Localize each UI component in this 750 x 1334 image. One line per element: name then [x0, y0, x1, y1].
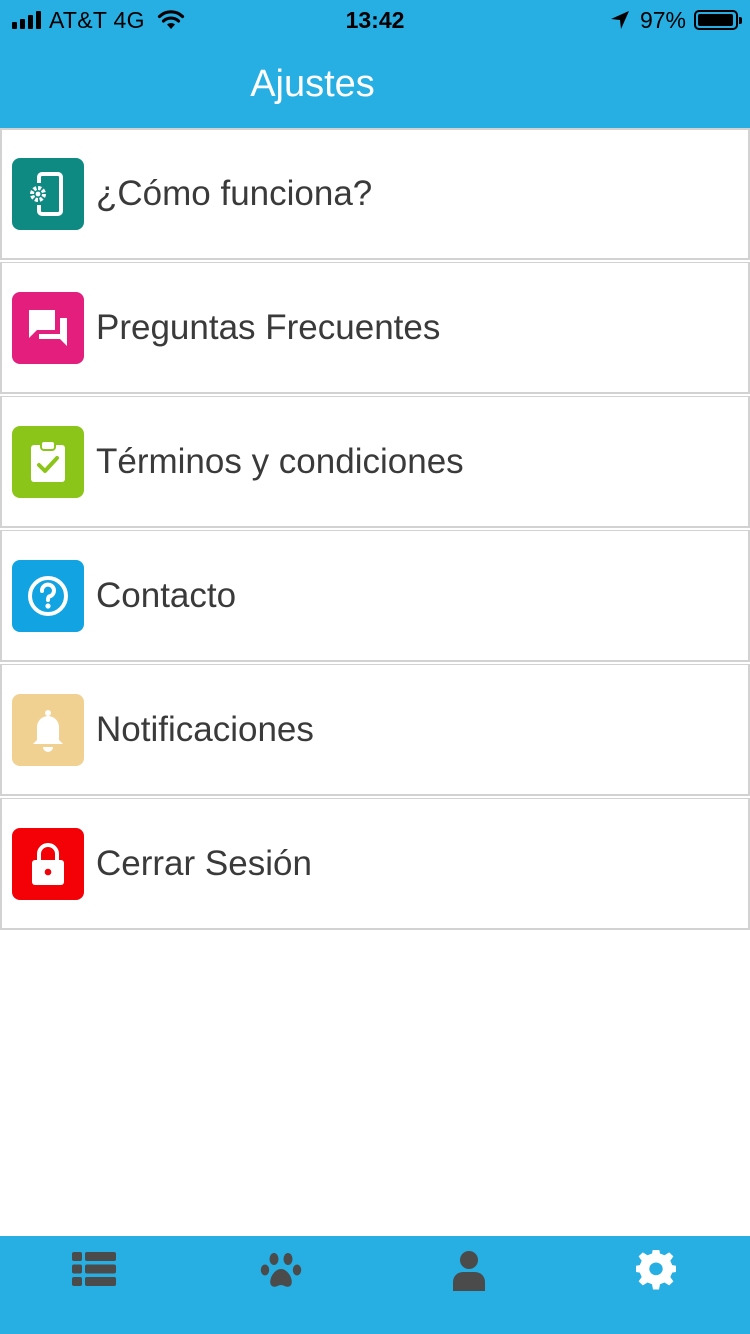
gear-icon: [636, 1250, 677, 1290]
battery-icon: [694, 10, 742, 30]
menu-item-label: Notificaciones: [96, 709, 314, 749]
paw-icon: [261, 1253, 302, 1287]
tab-settings[interactable]: [563, 1236, 750, 1334]
location-arrow-icon: [610, 11, 629, 29]
tab-list[interactable]: [0, 1236, 188, 1334]
menu-item-label: Contacto: [96, 575, 237, 615]
menu-item-label: ¿Cómo funciona?: [96, 174, 373, 213]
clipboard-check-icon: [12, 425, 84, 498]
menu-item-label: Términos y condiciones: [96, 441, 464, 481]
menu-item-contacto[interactable]: Contacto: [0, 530, 750, 662]
settings-list: ¿Cómo funciona? Preguntas Frecuentes Tér…: [0, 128, 750, 932]
tab-bar: [0, 1236, 750, 1334]
tab-pets[interactable]: [188, 1236, 376, 1334]
lock-icon: [12, 827, 84, 900]
bell-icon: [12, 693, 84, 766]
page-title: Ajustes: [250, 63, 375, 105]
user-icon: [452, 1251, 485, 1291]
menu-item-preguntas-frecuentes[interactable]: Preguntas Frecuentes: [0, 262, 750, 394]
chat-bubbles-icon: [12, 291, 84, 364]
phone-settings-icon: [12, 158, 84, 230]
list-icon: [71, 1252, 116, 1286]
nav-bar: Ajustes: [0, 40, 750, 128]
help-circle-icon: [12, 559, 84, 632]
menu-item-label: Cerrar Sesión: [96, 843, 312, 883]
status-right: 97%: [610, 6, 742, 34]
menu-item-label: Preguntas Frecuentes: [96, 307, 441, 347]
menu-item-como-funciona[interactable]: ¿Cómo funciona?: [0, 128, 750, 260]
status-bar: AT&T 4G 13:42 97%: [0, 0, 750, 40]
menu-item-notificaciones[interactable]: Notificaciones: [0, 664, 750, 796]
menu-item-terminos-condiciones[interactable]: Términos y condiciones: [0, 396, 750, 528]
battery-percent: 97%: [639, 6, 686, 33]
menu-item-cerrar-sesion[interactable]: Cerrar Sesión: [0, 798, 750, 930]
tab-profile[interactable]: [375, 1236, 563, 1334]
